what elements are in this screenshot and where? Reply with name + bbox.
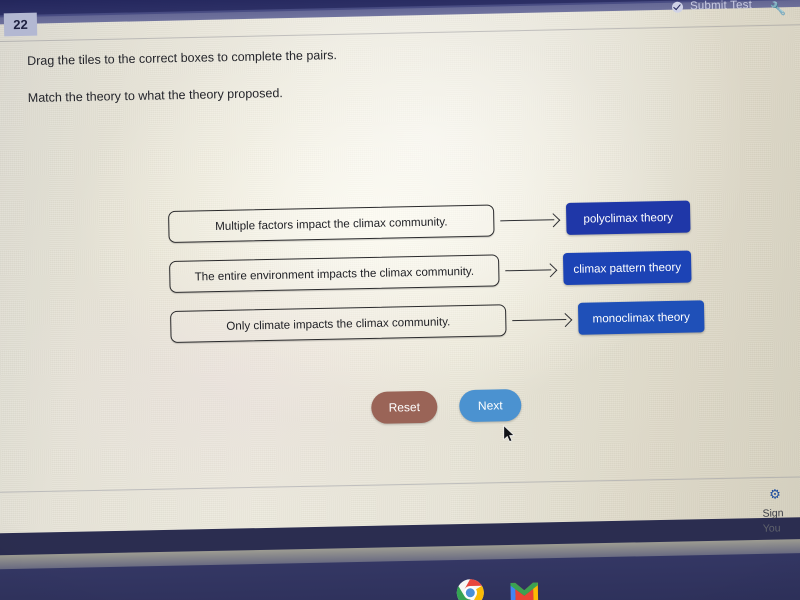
match-row: Only climate impacts the climax communit… bbox=[170, 299, 711, 344]
match-row: The entire environment impacts the clima… bbox=[169, 249, 710, 294]
answer-tile[interactable]: climax pattern theory bbox=[562, 250, 692, 286]
corner-notification-line-2: You bbox=[762, 522, 781, 535]
corner-notification-line-1: Sign bbox=[762, 507, 784, 520]
question-number-badge: 22 bbox=[3, 12, 38, 37]
answer-tile[interactable]: polyclimax theory bbox=[565, 200, 691, 236]
reset-button[interactable]: Reset bbox=[371, 390, 438, 424]
arrow-right-icon bbox=[505, 262, 561, 277]
next-button[interactable]: Next bbox=[458, 388, 522, 423]
taskbar-icons bbox=[455, 576, 540, 600]
submit-test-button[interactable]: Submit Test bbox=[671, 0, 753, 13]
answer-tile[interactable]: monoclimax theory bbox=[577, 300, 705, 335]
prompt-box[interactable]: Multiple factors impact the climax commu… bbox=[168, 204, 495, 243]
chrome-icon[interactable] bbox=[455, 577, 486, 600]
arrow-right-icon bbox=[500, 212, 564, 227]
matching-area: Multiple factors impact the climax commu… bbox=[168, 199, 711, 360]
check-circle-icon bbox=[671, 1, 684, 13]
gear-icon[interactable]: ⚙ bbox=[769, 487, 800, 502]
arrow-right-icon bbox=[512, 312, 576, 327]
corner-notification[interactable]: ⚙ Sign You bbox=[762, 487, 800, 535]
instructions: Drag the tiles to the correct boxes to c… bbox=[27, 48, 338, 127]
gmail-icon[interactable] bbox=[509, 576, 540, 600]
screenshot-root: Submit Test 🔧 22 Drag the tiles to the c… bbox=[0, 0, 800, 600]
prompt-box[interactable]: Only climate impacts the climax communit… bbox=[170, 304, 507, 343]
prompt-box[interactable]: The entire environment impacts the clima… bbox=[169, 254, 500, 293]
wrench-icon[interactable]: 🔧 bbox=[770, 1, 787, 17]
instruction-line-2: Match the theory to what the theory prop… bbox=[27, 85, 283, 105]
submit-test-label: Submit Test bbox=[689, 0, 753, 13]
action-buttons: Reset Next bbox=[371, 388, 522, 424]
